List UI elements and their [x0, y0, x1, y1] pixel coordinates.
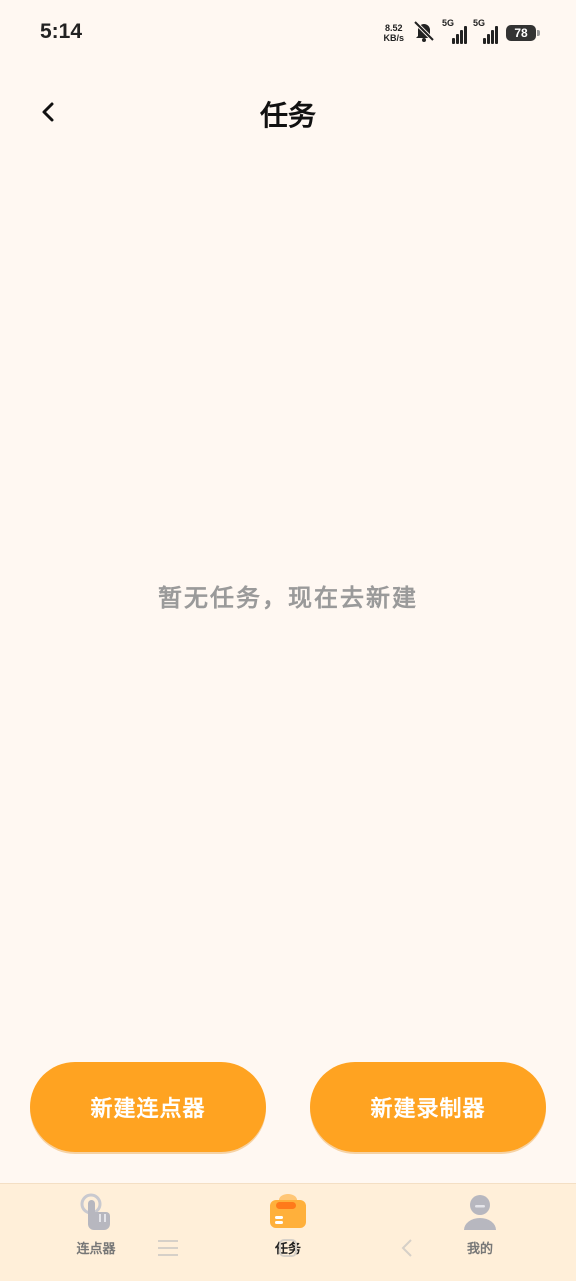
system-back-button[interactable]: [392, 1228, 422, 1268]
system-home-button[interactable]: [270, 1228, 306, 1268]
status-bar: 5:14 8.52 KB/s 5G 5G 78: [0, 0, 576, 64]
nav-label-mine: 我的: [466, 1242, 493, 1257]
user-profile-icon: [458, 1190, 502, 1234]
new-recorder-button[interactable]: 新建录制器: [310, 1062, 546, 1152]
nav-item-mine[interactable]: 我的: [420, 1190, 540, 1270]
network-speed-value: 8.52: [384, 23, 403, 33]
status-icons: 8.52 KB/s 5G 5G 78: [383, 18, 540, 46]
menu-icon: [158, 1240, 178, 1256]
header: 任务: [0, 80, 576, 144]
status-time: 5:14: [40, 20, 83, 43]
new-clicker-button[interactable]: 新建连点器: [30, 1062, 266, 1152]
signal-sim2-icon: 5G: [473, 18, 498, 44]
signal-sim1-icon: 5G: [442, 18, 467, 44]
nav-item-clicker[interactable]: 连点器: [36, 1190, 156, 1270]
network-speed-unit: KB/s: [383, 33, 404, 43]
home-square-icon: [279, 1239, 297, 1257]
empty-state-message[interactable]: 暂无任务，现在去新建: [0, 578, 576, 613]
battery-icon: 78: [506, 25, 540, 41]
network-speed: 8.52 KB/s: [383, 23, 404, 43]
nav-label-clicker: 连点器: [76, 1242, 116, 1257]
bell-muted-icon: [412, 20, 436, 46]
page-title: 任务: [259, 99, 316, 132]
chevron-left-icon: [401, 1239, 412, 1257]
sim1-label: 5G: [442, 18, 455, 28]
battery-level: 78: [514, 26, 528, 40]
tap-finger-icon: [74, 1190, 118, 1234]
sim2-label: 5G: [473, 18, 486, 28]
system-menu-button[interactable]: [150, 1228, 186, 1268]
